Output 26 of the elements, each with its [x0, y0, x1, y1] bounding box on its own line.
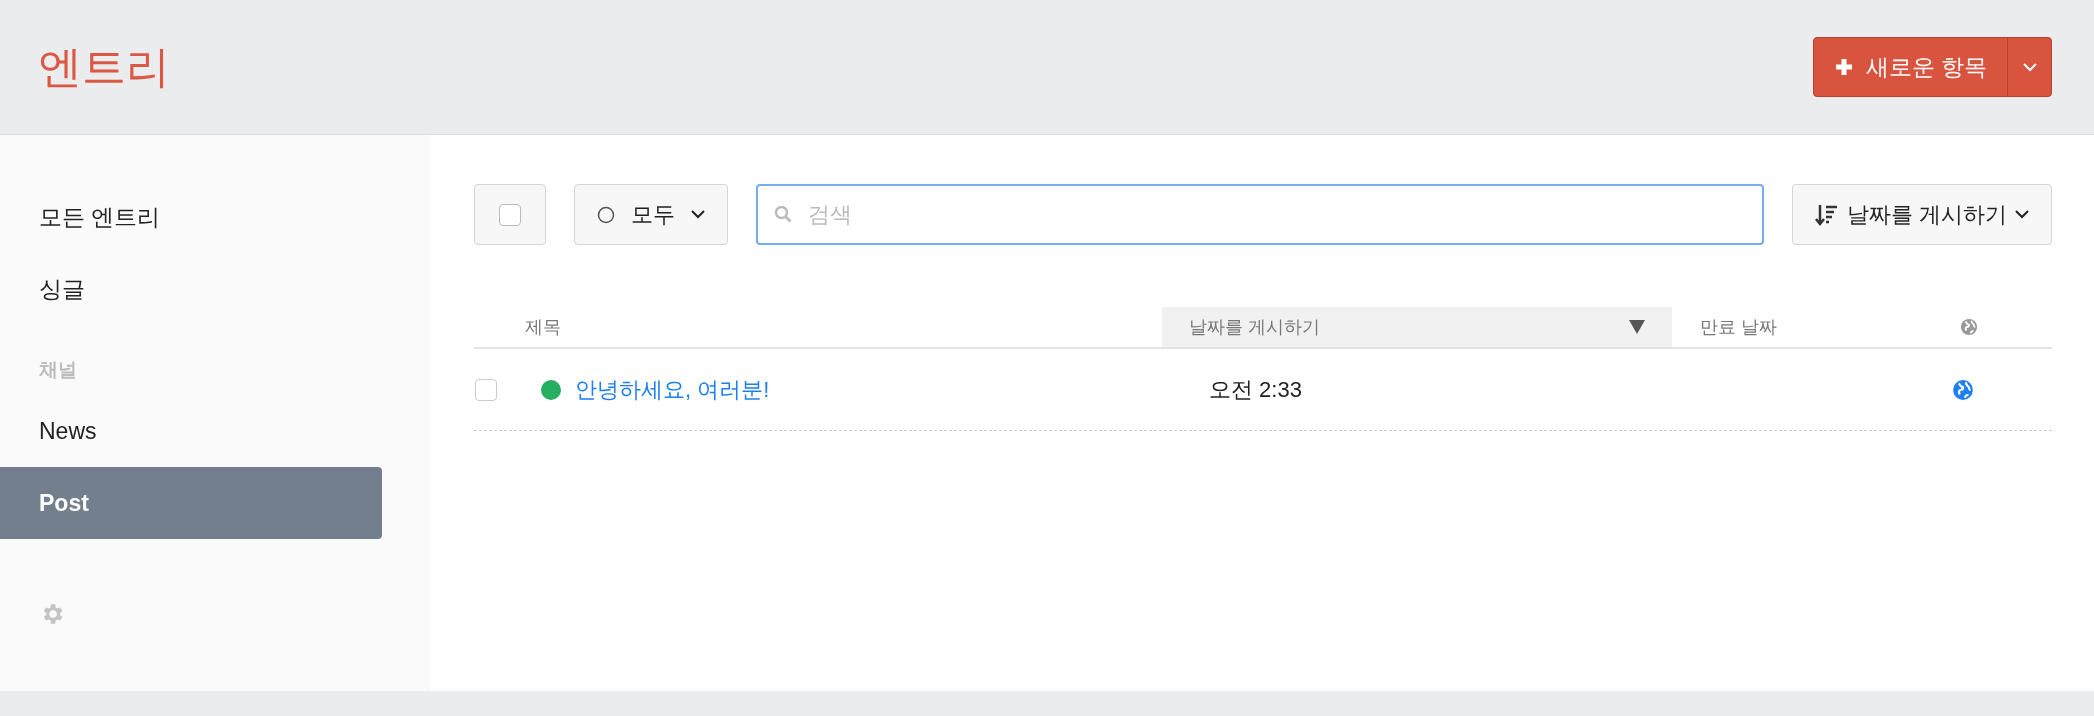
section-label: 채널: [38, 357, 78, 382]
select-all-button[interactable]: [474, 184, 546, 245]
sort-button[interactable]: 날짜를 게시하기: [1791, 184, 2052, 245]
entry-title-link[interactable]: 안녕하세요, 여러분!: [575, 373, 1182, 406]
chevron-down-icon: [2015, 210, 2029, 219]
column-header[interactable]: 만료 날짜: [1672, 307, 1932, 347]
row-checkbox[interactable]: [475, 378, 497, 401]
status-filter-button[interactable]: 모두: [574, 184, 728, 245]
plus-icon: [1833, 57, 1854, 77]
column-header[interactable]: 제목: [474, 307, 1162, 347]
column-header[interactable]: 날짜를 게시하기: [1162, 307, 1672, 347]
sort-down-icon: [1629, 320, 1645, 334]
sidebar-item[interactable]: Post: [0, 467, 382, 539]
chevron-down-icon: [691, 210, 705, 219]
page-title: 엔트리: [38, 41, 170, 93]
sort-icon: [1814, 202, 1839, 227]
table-cell-text: 오전 2:33: [1208, 376, 1303, 404]
sidebar-item[interactable]: 싱글: [0, 253, 382, 325]
search-field[interactable]: 검색: [756, 184, 1764, 245]
sidebar-item[interactable]: 모든 엔트리: [0, 181, 382, 253]
sidebar-item[interactable]: News: [0, 395, 382, 467]
globe-icon: [1952, 378, 1974, 401]
circle-icon: [597, 205, 615, 224]
search-icon: [774, 205, 792, 223]
chevron-down-icon: [2022, 62, 2037, 72]
globe-icon: [1960, 318, 1978, 336]
